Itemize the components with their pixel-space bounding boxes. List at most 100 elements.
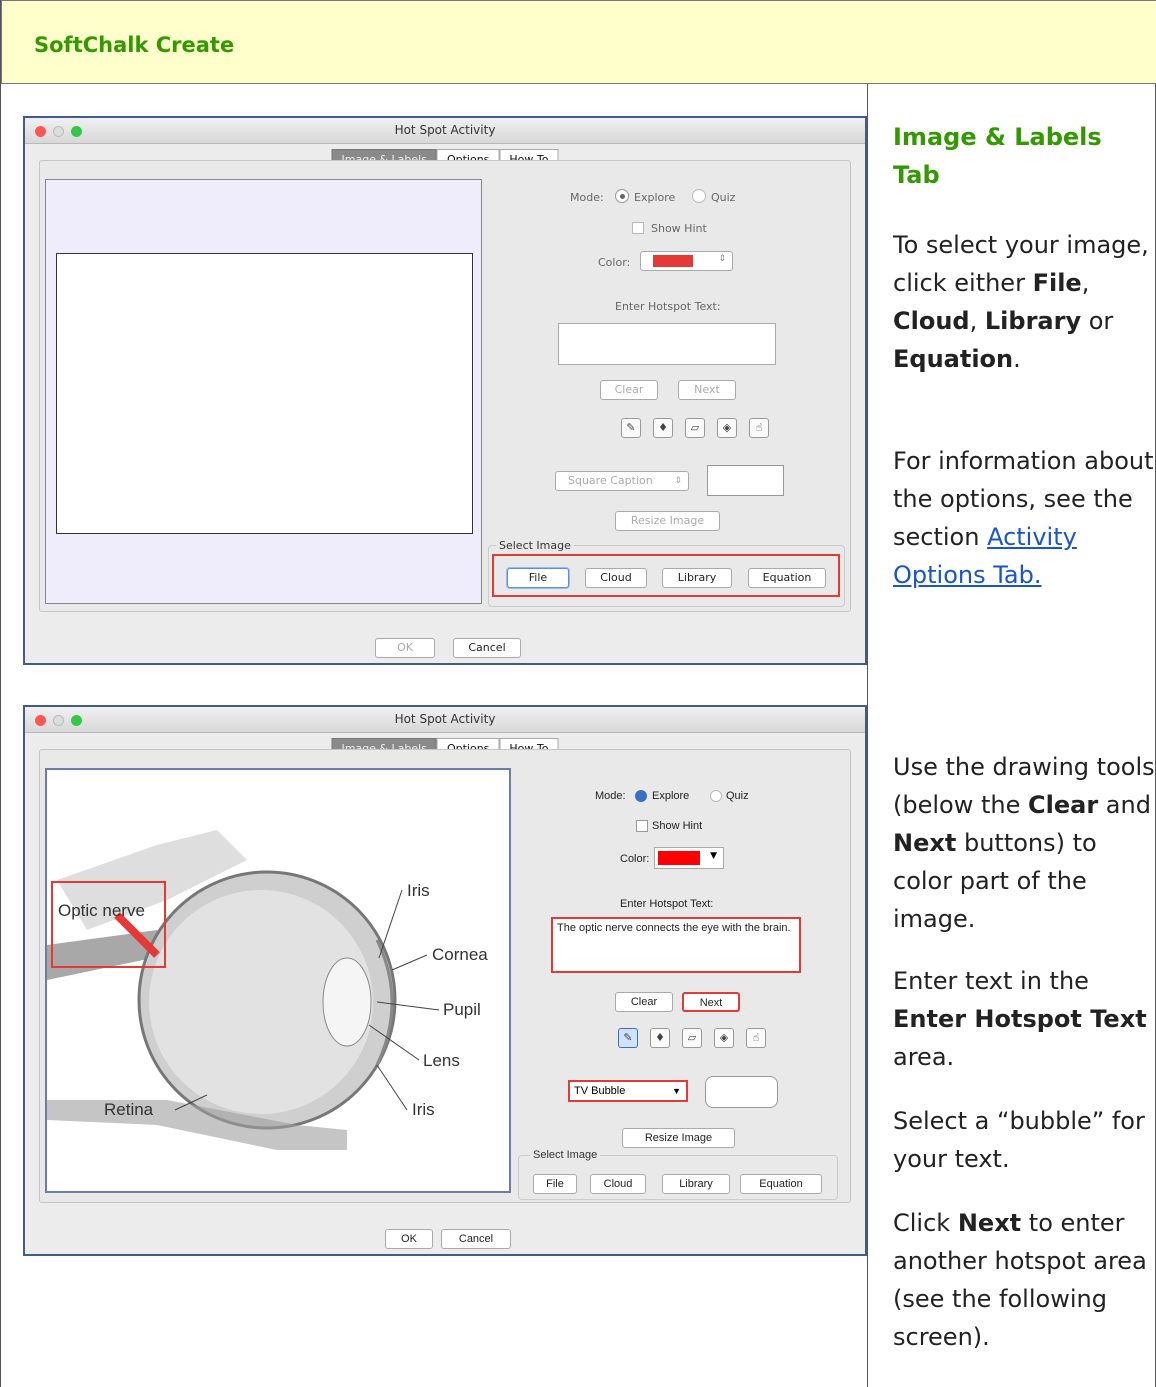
text-comma2: , <box>969 307 978 335</box>
next-button[interactable]: Next <box>682 992 740 1012</box>
text-dot: . <box>1013 345 1021 373</box>
cancel-button[interactable]: Cancel <box>441 1229 511 1249</box>
select-image-label: Select Image <box>530 1149 601 1161</box>
document: SoftChalk Create Hot Spot Activity Image… <box>0 0 1156 1387</box>
file-button[interactable]: File <box>507 568 569 588</box>
fill-bucket-icon[interactable]: ◈ <box>714 1028 734 1048</box>
quiz-radio[interactable] <box>710 790 722 802</box>
quiz-label: Quiz <box>711 191 736 204</box>
text-and: and <box>1098 791 1151 819</box>
equation-button[interactable]: Equation <box>748 568 826 588</box>
instructions-drawing-tools: Use the drawing tools (below the Clear a… <box>893 748 1155 938</box>
title-bar: Hot Spot Activity <box>25 118 865 144</box>
resize-image-button[interactable]: Resize Image <box>615 511 720 531</box>
text-select-bubble: Select a “bubble” for your text. <box>893 1107 1145 1173</box>
eraser-icon[interactable]: ▱ <box>682 1028 702 1048</box>
hotspot-textarea[interactable] <box>558 323 776 365</box>
text-next-2: Next <box>957 1209 1022 1237</box>
pencil-icon[interactable]: ✎ <box>618 1028 638 1048</box>
image-area[interactable] <box>45 179 482 604</box>
dialog-title: Hot Spot Activity <box>394 712 496 726</box>
pencil-icon[interactable]: ✎ <box>621 418 641 438</box>
text-area: area. <box>893 1043 955 1071</box>
explore-label: Explore <box>634 191 676 204</box>
caption-preview <box>707 465 784 496</box>
title-bar: Hot Spot Activity <box>25 707 865 733</box>
image-area[interactable]: Optic nerve Iris Cornea Pupil Lens Retin… <box>45 768 511 1193</box>
resize-image-button[interactable]: Resize Image <box>622 1128 735 1148</box>
text-select-image: To select your image, click either <box>893 231 1149 297</box>
show-hint-label: Show Hint <box>652 820 703 832</box>
clear-button[interactable]: Clear <box>600 380 658 400</box>
library-button[interactable]: Library <box>662 1174 730 1194</box>
dialog-screenshot-1: Hot Spot Activity Image & Labels Options… <box>23 116 867 665</box>
instructions-options: For information about the options, see t… <box>893 442 1155 594</box>
instructions-next: Click Next to enter another hotspot area… <box>893 1204 1155 1356</box>
text-library: Library <box>984 307 1082 335</box>
color-select[interactable]: ▼ <box>654 847 724 869</box>
show-hint-checkbox[interactable] <box>636 820 648 832</box>
caption-select[interactable]: Square Caption ⇕ <box>555 471 689 491</box>
next-button[interactable]: Next <box>678 380 736 400</box>
equation-button[interactable]: Equation <box>740 1174 822 1194</box>
caption-select[interactable]: TV Bubble ▼ <box>568 1080 688 1102</box>
instructions-select-image: To select your image, click either File,… <box>893 226 1155 378</box>
label-iris-bottom: Iris <box>412 1100 435 1119</box>
label-pupil: Pupil <box>443 1000 481 1019</box>
explore-radio[interactable] <box>635 790 647 802</box>
quiz-label: Quiz <box>726 790 749 802</box>
mode-label: Mode: <box>595 790 626 802</box>
dialog-title: Hot Spot Activity <box>394 123 496 137</box>
enter-hotspot-label: Enter Hotspot Text: <box>615 300 721 313</box>
label-retina: Retina <box>104 1100 154 1119</box>
hand-icon[interactable]: ☝ <box>749 418 769 438</box>
image-canvas[interactable] <box>56 253 473 534</box>
library-button[interactable]: Library <box>662 568 732 588</box>
cloud-button[interactable]: Cloud <box>590 1174 646 1194</box>
label-cornea: Cornea <box>432 945 488 964</box>
tab-panel: Optic nerve Iris Cornea Pupil Lens Retin… <box>39 749 851 1203</box>
tab-panel: Mode: Explore Quiz Show Hint Color: ⇕ En… <box>39 160 851 612</box>
text-comma: , <box>1081 269 1090 297</box>
quiz-radio[interactable] <box>692 189 706 203</box>
hand-icon[interactable]: ☝ <box>746 1028 766 1048</box>
text-clear: Clear <box>1028 791 1099 819</box>
instructions-enter-text: Enter text in the Enter Hotspot Text are… <box>893 962 1155 1076</box>
text-click: Click <box>893 1209 958 1237</box>
file-button[interactable]: File <box>533 1174 577 1194</box>
text-equation: Equation <box>893 345 1014 373</box>
enter-hotspot-label: Enter Hotspot Text: <box>620 898 714 910</box>
hotspot-textarea[interactable]: The optic nerve connects the eye with th… <box>551 917 801 973</box>
text-next: Next <box>893 829 957 857</box>
pen-icon[interactable]: ♦ <box>653 418 673 438</box>
show-hint-label: Show Hint <box>651 222 707 235</box>
explore-radio[interactable] <box>615 189 629 203</box>
ok-button[interactable]: OK <box>375 638 435 658</box>
eraser-icon[interactable]: ▱ <box>685 418 705 438</box>
page-header: SoftChalk Create <box>1 0 1156 84</box>
show-hint-checkbox[interactable] <box>632 222 644 234</box>
caption-select-label: Square Caption <box>568 474 653 487</box>
clear-button[interactable]: Clear <box>615 992 673 1012</box>
label-lens: Lens <box>423 1051 460 1070</box>
instructions-bubble: Select a “bubble” for your text. <box>893 1102 1155 1178</box>
color-select[interactable]: ⇕ <box>640 251 733 271</box>
color-label: Color: <box>598 256 631 269</box>
text-file: File <box>1032 269 1082 297</box>
select-image-label: Select Image <box>496 539 574 552</box>
label-optic-nerve: Optic nerve <box>58 901 145 920</box>
eye-diagram <box>47 830 440 1150</box>
color-label: Color: <box>620 853 650 865</box>
text-enter-text: Enter text in the <box>893 967 1089 995</box>
column-divider <box>867 84 868 1387</box>
explore-label: Explore <box>652 790 690 802</box>
section-heading-text: Image & Labels Tab <box>893 123 1102 189</box>
fill-bucket-icon[interactable]: ◈ <box>717 418 737 438</box>
cloud-button[interactable]: Cloud <box>585 568 647 588</box>
text-or: or <box>1081 307 1114 335</box>
cancel-button[interactable]: Cancel <box>453 638 521 658</box>
pen-icon[interactable]: ♦ <box>650 1028 670 1048</box>
label-iris-top: Iris <box>407 881 430 900</box>
ok-button[interactable]: OK <box>385 1229 433 1249</box>
mode-label: Mode: <box>570 191 604 204</box>
